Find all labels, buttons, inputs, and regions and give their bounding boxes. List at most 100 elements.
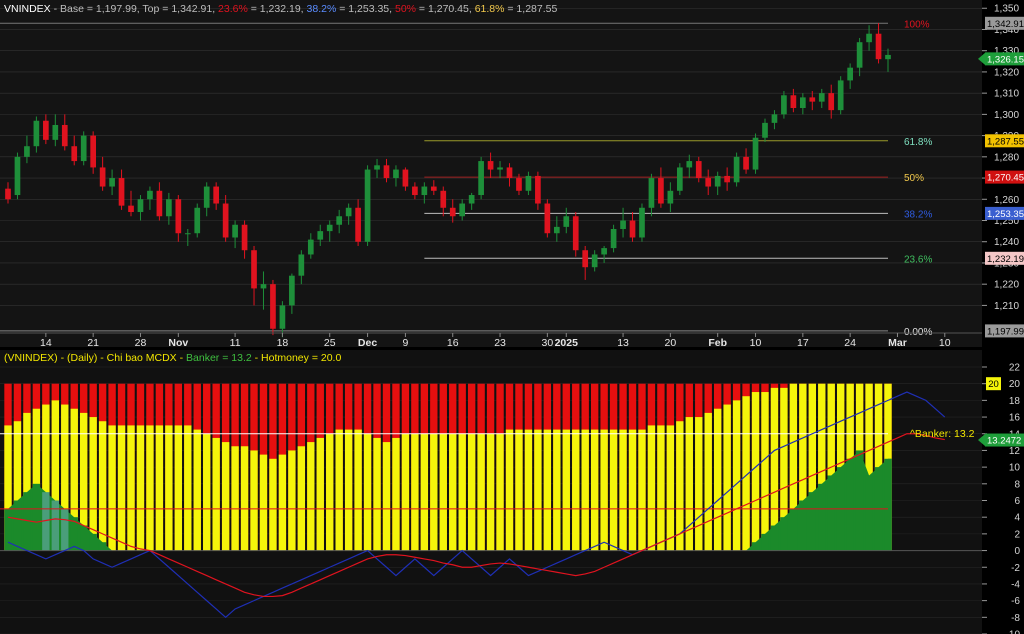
hotmoney-bar xyxy=(430,433,438,551)
candle-body xyxy=(383,165,390,179)
hotmoney-bar xyxy=(590,429,599,551)
title-segment: 38.2% xyxy=(307,3,337,15)
candle-body xyxy=(14,156,21,196)
title-segment: = 1,287.55 xyxy=(504,3,557,15)
candle-body xyxy=(601,248,607,255)
banker-bar xyxy=(89,533,97,551)
candle-body xyxy=(610,228,617,249)
hotmoney-bar xyxy=(354,429,362,551)
price-tick-label: 1,240 xyxy=(994,237,1019,248)
banker-bar xyxy=(13,500,22,551)
hotmoney-bar xyxy=(458,433,466,551)
candle-body xyxy=(71,146,78,162)
banker-bar xyxy=(865,475,873,551)
candle-body xyxy=(695,161,702,179)
hotmoney-bar xyxy=(713,408,722,551)
mcdx-bar-series xyxy=(0,383,982,552)
hotmoney-bar xyxy=(316,437,324,551)
hotmoney-bar xyxy=(212,437,220,551)
mcdx-tag: 13.2472 xyxy=(978,433,1024,447)
mcdx-tick-label: 8 xyxy=(1014,479,1020,490)
price-tag-label: 1,287.55 xyxy=(987,136,1024,147)
price-tick-label: 1,300 xyxy=(994,110,1019,121)
candle-body xyxy=(298,254,305,276)
candle-body xyxy=(582,250,589,268)
candle-body xyxy=(743,156,749,170)
mcdx-tick-label: -8 xyxy=(1011,613,1020,624)
title-segment: - Base = 1,197.99, Top = 1,342.91, xyxy=(51,3,218,15)
banker-bar xyxy=(32,483,41,551)
candle-body xyxy=(497,167,503,170)
candle-body xyxy=(270,284,276,329)
candle-body xyxy=(5,188,11,200)
candle-body xyxy=(364,169,371,242)
panel-divider[interactable] xyxy=(0,347,1024,350)
price-tag: 1,342.91 xyxy=(985,16,1024,30)
candle-body xyxy=(412,186,418,196)
banker-bar xyxy=(808,492,816,551)
banker-bar xyxy=(827,475,835,551)
hotmoney-bar xyxy=(449,433,457,551)
candle-body xyxy=(421,186,428,196)
hotmoney-bar xyxy=(335,429,343,551)
candle-body xyxy=(459,203,466,217)
mcdx-tick-label: 22 xyxy=(1009,363,1021,374)
banker-bar xyxy=(80,525,88,551)
candle-body xyxy=(61,124,68,147)
hotmoney-bar xyxy=(240,446,249,551)
candle-body xyxy=(175,199,182,234)
title-segment: = 1,253.35, xyxy=(336,3,395,15)
candle-body xyxy=(43,120,49,140)
hotmoney-bar xyxy=(609,429,618,551)
hotmoney-bar xyxy=(250,450,258,551)
hotmoney-bar xyxy=(221,442,230,551)
candle-body xyxy=(260,284,267,289)
price-tag: 1,253.35 xyxy=(985,206,1024,220)
candle-body xyxy=(525,175,532,191)
price-tick-label: 1,350 xyxy=(994,4,1019,15)
hotmoney-bar xyxy=(392,437,400,551)
title-segment: = 1,270.45, xyxy=(416,3,475,15)
hotmoney-bar xyxy=(467,433,476,551)
hotmoney-bar xyxy=(515,429,523,551)
mcdx-axis[interactable]: -10-8-6-4-20246810121416182022 2013.2472 xyxy=(978,350,1024,634)
mcdx-tick-label: -6 xyxy=(1011,596,1020,607)
hotmoney-bar xyxy=(231,446,239,551)
banker-bar xyxy=(51,500,60,551)
candle-body xyxy=(866,33,872,43)
hotmoney-bar xyxy=(600,429,608,551)
price-axis[interactable]: 1,2101,2201,2301,2401,2501,2601,2701,280… xyxy=(978,0,1024,347)
hotmoney-bar xyxy=(496,433,504,551)
candle-body xyxy=(733,156,740,183)
candle-body xyxy=(449,207,456,217)
candle-body xyxy=(714,175,721,187)
price-tag-label: 1,197.99 xyxy=(987,326,1024,337)
hotmoney-bar xyxy=(174,425,183,551)
candle-body xyxy=(639,207,645,238)
price-tick-label: 1,320 xyxy=(994,67,1019,78)
mcdx-tick-label: 2 xyxy=(1014,529,1020,540)
mcdx-chart-title: (VNINDEX) - (Daily) - Chi bao MCDX - Ban… xyxy=(4,352,341,364)
hotmoney-bar xyxy=(647,425,656,551)
price-panel[interactable]: 100%61.8%50%38.2%23.6%0.00% 14 21 28 Nov 11 1… xyxy=(0,0,982,349)
candle-body xyxy=(345,207,352,217)
hotmoney-bar xyxy=(259,454,268,551)
hotmoney-bar xyxy=(288,450,296,551)
fib-label: 61.8% xyxy=(904,137,932,148)
title-segment: 61.8% xyxy=(475,3,505,15)
candle-body xyxy=(440,190,447,208)
candle-body xyxy=(705,178,712,187)
candle-body xyxy=(478,161,484,196)
price-tag: 1,232.19 xyxy=(985,251,1024,265)
candle-body xyxy=(856,42,863,68)
candle-body xyxy=(128,205,134,213)
mcdx-tag-label: 20 xyxy=(988,379,999,390)
candle-body xyxy=(676,167,683,191)
hotmoney-bar xyxy=(344,429,353,551)
candle-body xyxy=(553,226,560,234)
hotmoney-bar xyxy=(619,429,627,551)
candle-body xyxy=(137,199,144,213)
price-tag-label: 1,253.35 xyxy=(987,209,1024,220)
mcdx-panel[interactable]: (VNINDEX) - (Daily) - Chi bao MCDX - Ban… xyxy=(0,350,982,634)
candle-body xyxy=(620,220,626,229)
